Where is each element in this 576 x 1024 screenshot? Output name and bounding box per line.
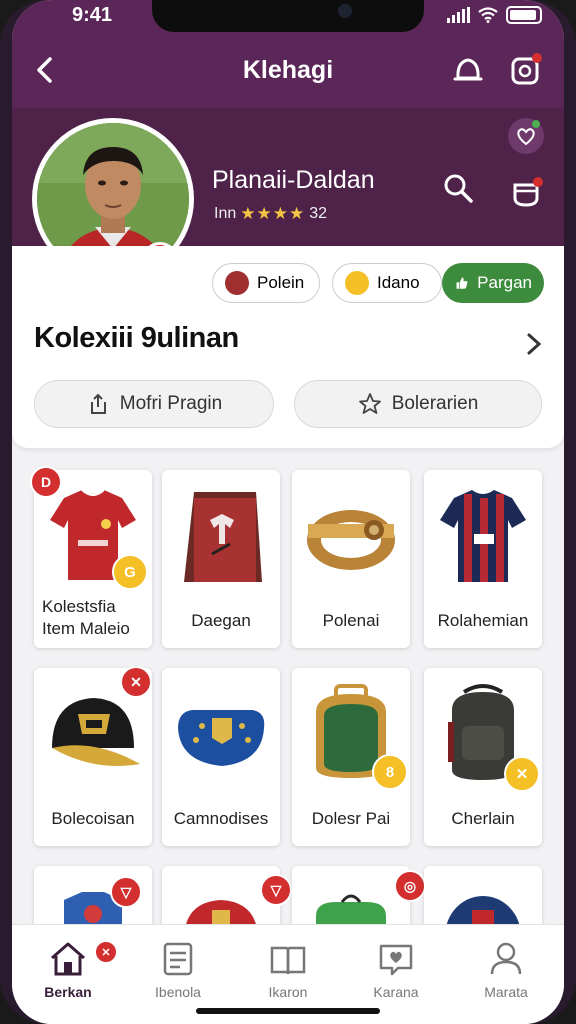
signal-icon	[447, 7, 470, 23]
item-card[interactable]: Rolahemian	[424, 470, 542, 648]
item-label: Daegan	[191, 611, 251, 630]
item-label: Dolesr Pai	[311, 809, 391, 828]
item-label: Polenai	[322, 611, 380, 630]
profile-name: Planaii-Daldan	[212, 166, 375, 194]
favorites-button[interactable]: Bolerarien	[294, 380, 542, 428]
item-top-badge: ✕	[120, 666, 152, 698]
chip-label: Polein	[257, 273, 305, 292]
bell-icon[interactable]	[450, 52, 486, 88]
item-top-badge: ▽	[110, 876, 142, 908]
tab-label: Ikaron	[268, 984, 308, 1000]
item-card[interactable]: Cherlain ✕	[424, 668, 542, 846]
list-icon	[163, 942, 193, 976]
heart-icon	[517, 120, 540, 146]
button-label: Mofri Pragin	[119, 393, 223, 414]
notification-box-icon[interactable]	[508, 52, 544, 88]
item-top-badge: ◎	[394, 870, 426, 902]
item-card[interactable]: Dolesr Pai 8	[292, 668, 410, 846]
rating-prefix: Inn	[214, 205, 237, 222]
tab-notification-badge: ✕	[94, 940, 118, 964]
item-gold-badge: 8	[372, 754, 408, 790]
tab-book[interactable]: Ikaron	[238, 940, 338, 1000]
item-gold-badge: G	[112, 554, 148, 590]
black-cap-icon	[52, 698, 140, 766]
item-card[interactable]: Daegan	[162, 470, 280, 648]
item-gold-badge: ✕	[504, 756, 540, 792]
edit-collection-button[interactable]: Mofri Pragin	[34, 380, 274, 428]
item-card[interactable]: Camnodises	[162, 668, 280, 846]
section-title: Kolexiii 9ulinan	[34, 322, 239, 354]
item-label: Rolahemian	[437, 611, 529, 630]
home-indicator	[196, 1008, 380, 1014]
handshake-icon	[345, 271, 369, 295]
chip-polein[interactable]: Polein	[212, 263, 320, 303]
item-top-badge: D	[30, 466, 62, 498]
status-icons	[447, 6, 542, 24]
tab-label: Karana	[373, 984, 419, 1000]
device-notch	[152, 0, 424, 32]
tab-label: Marata	[484, 984, 528, 1000]
rating-value: 32	[309, 205, 328, 222]
tab-list[interactable]: Ibenola	[128, 940, 228, 1000]
item-card[interactable]: Polenai	[292, 470, 410, 648]
item-top-badge: ▽	[260, 874, 292, 906]
status-time: 9:41	[72, 4, 113, 26]
leather-armband-icon	[307, 510, 395, 570]
wifi-icon	[478, 7, 498, 23]
button-label: Bolerarien	[391, 393, 479, 414]
tab-label: Ibenola	[155, 984, 201, 1000]
framed-shirt-icon	[184, 492, 262, 582]
item-label: Camnodises	[173, 809, 269, 828]
phone-frame: 9:41 Klehagi Planaii-Daldan Inn ★★★★ 32 …	[0, 0, 576, 1024]
chip-label: Pargan	[477, 273, 532, 292]
home-icon	[51, 942, 85, 976]
chip-idano[interactable]: Idano	[332, 263, 442, 303]
chip-pargan[interactable]: Pargan	[442, 263, 544, 303]
item-label: Bolecoisan	[51, 809, 135, 828]
heart-badge-icon[interactable]	[508, 118, 544, 154]
rating-stars: ★★★★	[240, 204, 306, 223]
item-label: Cherlain	[451, 809, 515, 828]
striped-jersey-icon	[440, 490, 526, 582]
badge-icon	[225, 271, 249, 295]
chip-label: Idano	[377, 273, 420, 292]
star-outline-icon	[358, 393, 381, 414]
tab-profile[interactable]: Marata	[456, 940, 556, 1000]
tab-label: Berkan	[44, 984, 92, 1000]
app-screen: 9:41 Klehagi Planaii-Daldan Inn ★★★★ 32 …	[12, 0, 564, 1024]
chevron-right-icon[interactable]	[522, 330, 546, 358]
profile-rating: Inn ★★★★ 32	[214, 204, 327, 224]
book-icon	[270, 946, 306, 975]
cart-icon[interactable]	[510, 176, 544, 210]
battery-icon	[506, 6, 542, 24]
search-icon[interactable]	[442, 172, 474, 204]
blue-pennant-icon	[178, 710, 265, 766]
share-box-icon	[90, 393, 106, 414]
tab-chat[interactable]: Karana	[346, 940, 446, 1000]
camera-icon	[338, 4, 352, 18]
person-icon	[490, 942, 522, 975]
item-label: Kolestsfia Item Maleio	[42, 597, 130, 638]
item-card[interactable]: Kolestsfia Item Maleio D G	[30, 466, 152, 648]
thumbs-up-icon	[456, 277, 468, 289]
item-card[interactable]: Bolecoisan ✕	[34, 666, 152, 846]
chat-heart-icon	[379, 944, 413, 976]
